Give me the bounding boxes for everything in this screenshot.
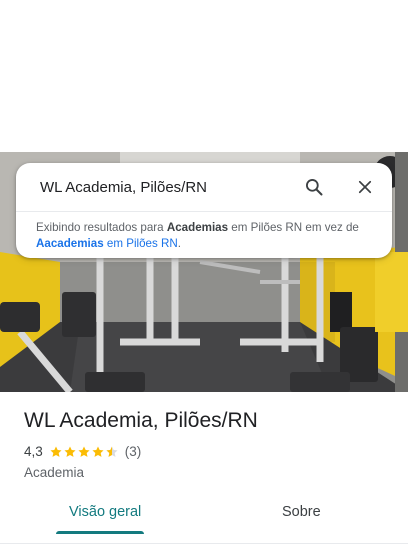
review-count: (3)	[124, 444, 142, 459]
star-icon	[50, 445, 62, 457]
search-bar	[16, 163, 392, 211]
page: Exibindo resultados para Academias em Pi…	[0, 0, 408, 544]
search-card: Exibindo resultados para Academias em Pi…	[16, 163, 392, 258]
clear-search-button[interactable]	[353, 175, 377, 199]
rating-value: 4,3	[24, 444, 43, 459]
rating-row[interactable]: 4,3 (3)	[24, 444, 141, 459]
notice-alt-suffix: em Pilões RN	[103, 237, 178, 250]
search-button[interactable]	[302, 175, 326, 199]
notice-middle: em Pilões RN em vez de	[228, 221, 359, 234]
tab-overview[interactable]: Visão geral	[69, 504, 141, 520]
active-tab-indicator	[56, 531, 144, 534]
star-icon	[64, 445, 76, 457]
search-instead-link[interactable]: Aacademias em Pilões RN	[36, 237, 178, 250]
notice-end: .	[177, 237, 181, 250]
rating-stars	[49, 445, 119, 459]
close-icon	[358, 180, 372, 194]
place-category: Academia	[24, 465, 85, 480]
notice-shown-term: Academias	[166, 221, 229, 234]
notice-prefix: Exibindo resultados para	[36, 221, 167, 234]
star-icon	[78, 445, 90, 457]
search-input[interactable]	[40, 172, 290, 202]
tab-about[interactable]: Sobre	[282, 504, 321, 520]
star-icon	[92, 445, 104, 457]
search-icon	[306, 179, 323, 196]
spelling-notice: Exibindo resultados para Academias em Pi…	[16, 212, 392, 252]
tab-bar: Visão geral Sobre	[0, 494, 408, 544]
star-half-icon	[106, 445, 118, 457]
place-title: WL Academia, Pilões/RN	[24, 409, 258, 432]
notice-alt-term: Aacademias	[36, 237, 104, 250]
